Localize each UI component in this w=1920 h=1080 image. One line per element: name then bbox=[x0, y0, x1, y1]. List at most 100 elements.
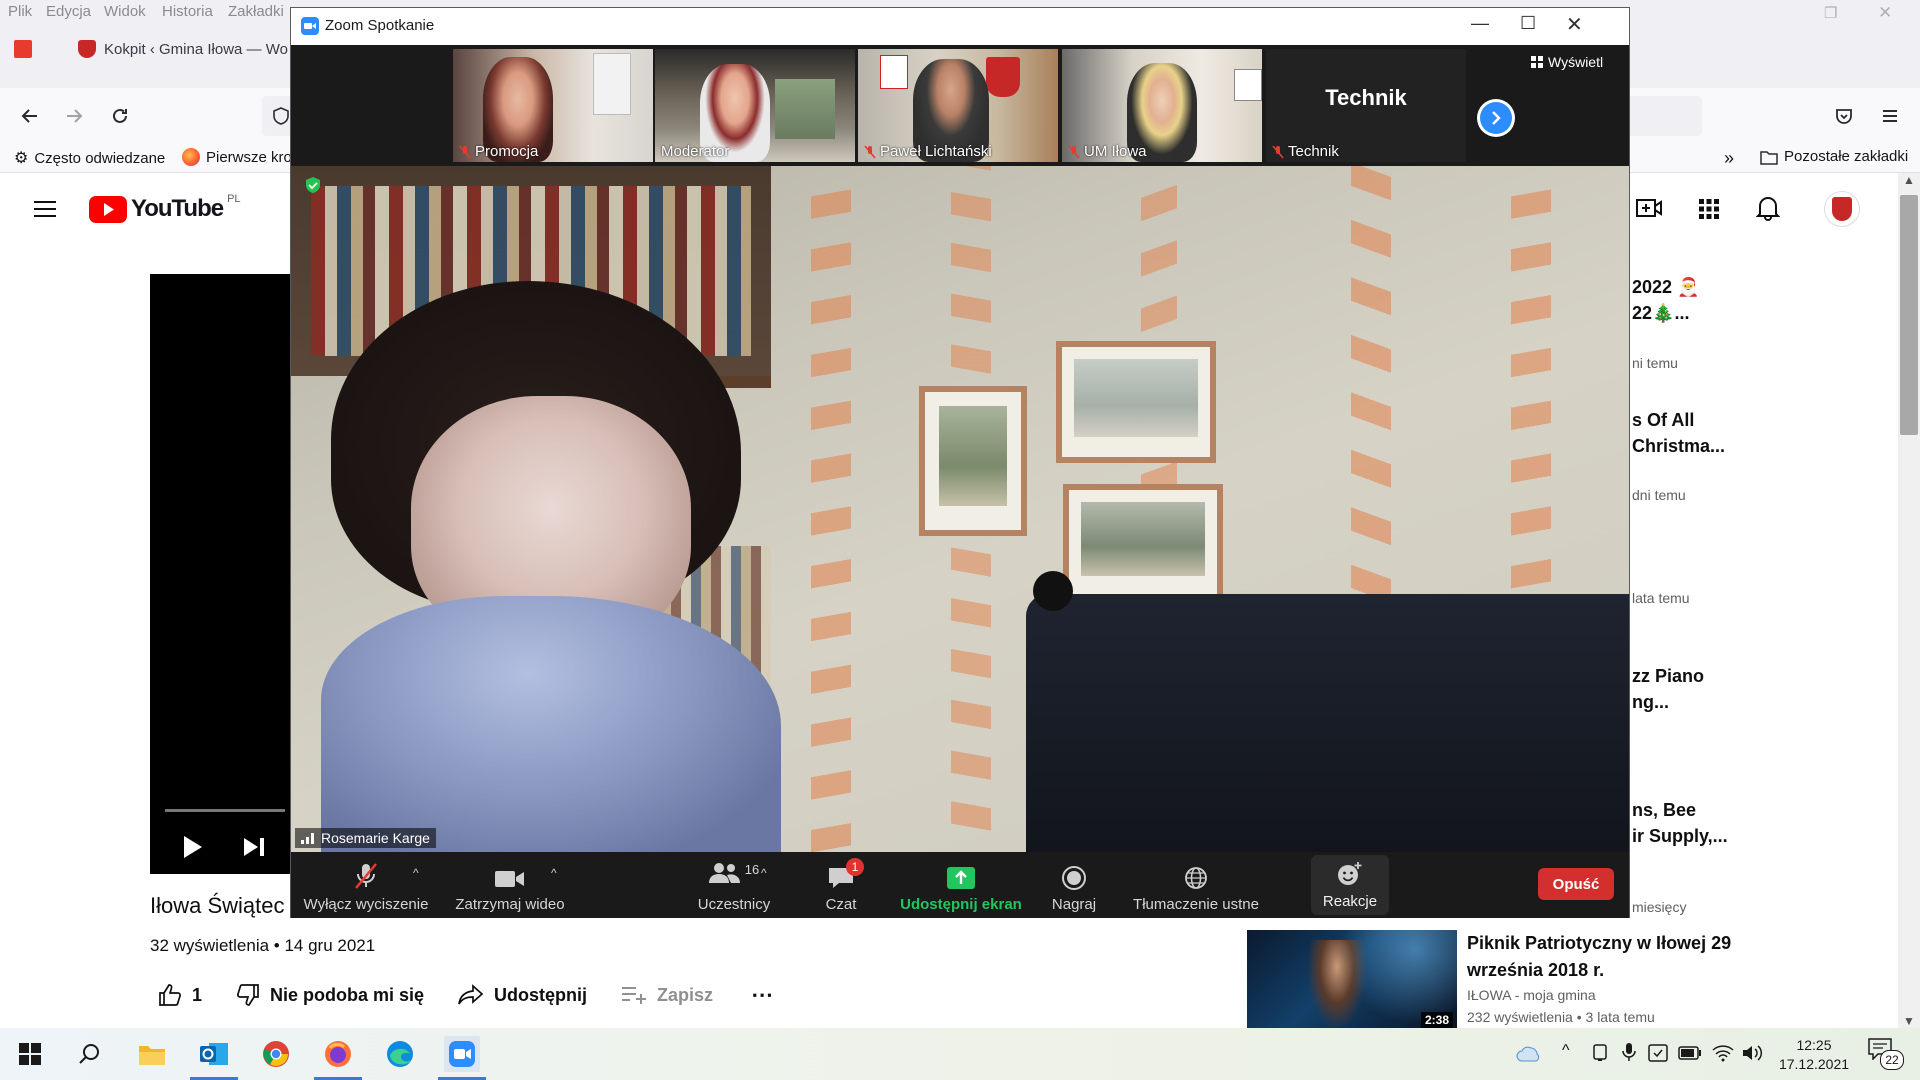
dislike-button[interactable]: Nie podoba mi się bbox=[236, 984, 424, 1006]
windows-taskbar: ^ 12:25 17.12.2021 22 bbox=[0, 1028, 1920, 1080]
menu-file[interactable]: Plik bbox=[8, 3, 32, 20]
tab-kokpit[interactable]: Kokpit ‹ Gmina Iłowa — Wo bbox=[78, 26, 288, 72]
bookmark-often-visited[interactable]: ⚙ Często odwiedzane bbox=[14, 148, 165, 168]
scroll-down-icon[interactable]: ▼ bbox=[1903, 1014, 1915, 1028]
wifi-icon[interactable] bbox=[1712, 1044, 1734, 1062]
sidebar-item-title[interactable]: 2022 🎅 bbox=[1632, 274, 1699, 300]
main-speaker-video[interactable]: Rosemarie Karge bbox=[291, 166, 1629, 852]
upload-date: • 14 gru 2021 bbox=[269, 936, 376, 955]
sidebar-item-title[interactable]: zz Piano bbox=[1632, 663, 1704, 689]
back-button[interactable] bbox=[14, 100, 46, 132]
sidebar-item-title[interactable]: ns, Bee bbox=[1632, 797, 1696, 823]
menu-edit[interactable]: Edycja bbox=[46, 3, 91, 20]
sidebar-item-title[interactable]: 22🎄... bbox=[1632, 300, 1689, 326]
chevron-up-icon[interactable]: ^ bbox=[551, 866, 557, 880]
chat-unread-badge: 1 bbox=[846, 858, 864, 876]
pinned-tab[interactable] bbox=[14, 26, 32, 72]
participant-label: Technik bbox=[1272, 143, 1339, 160]
device-icon[interactable] bbox=[1592, 1044, 1608, 1062]
hamburger-icon[interactable] bbox=[34, 200, 56, 218]
restore-icon[interactable]: ❐ bbox=[1824, 4, 1837, 22]
participants-button[interactable]: 16 Uczestnicy bbox=[679, 852, 789, 918]
recommended-title[interactable]: Piknik Patriotyczny w Iłowej 29 września… bbox=[1467, 930, 1731, 984]
clock[interactable]: 12:25 17.12.2021 bbox=[1778, 1036, 1850, 1074]
taskbar-chrome[interactable] bbox=[258, 1036, 294, 1072]
taskbar-outlook[interactable] bbox=[196, 1036, 232, 1072]
chevron-up-icon[interactable]: ^ bbox=[413, 866, 419, 880]
participant-tile-moderator[interactable]: Moderator bbox=[655, 49, 855, 162]
participant-label: Moderator bbox=[661, 143, 730, 160]
close-icon[interactable]: ✕ bbox=[1566, 12, 1583, 37]
participant-tile-promocja[interactable]: Promocja bbox=[453, 49, 653, 162]
reload-icon bbox=[113, 108, 127, 123]
start-button[interactable] bbox=[12, 1036, 48, 1072]
bell-icon[interactable] bbox=[1756, 195, 1780, 221]
recommended-meta: 232 wyświetlenia • 3 lata temu bbox=[1467, 1009, 1655, 1025]
chat-button[interactable]: Czat 1 bbox=[806, 852, 876, 918]
view-button[interactable]: Wyświetl bbox=[1531, 54, 1603, 70]
app-menu-button[interactable] bbox=[1874, 100, 1906, 132]
video-player[interactable] bbox=[150, 274, 290, 874]
participant-tile-technik[interactable]: Technik Technik bbox=[1266, 49, 1466, 162]
encryption-shield-icon[interactable] bbox=[305, 176, 321, 194]
stop-video-button[interactable]: Zatrzymaj wideo bbox=[445, 852, 575, 918]
save-button[interactable]: Zapisz bbox=[621, 985, 713, 1006]
next-icon[interactable] bbox=[242, 836, 266, 858]
minimize-icon[interactable]: — bbox=[1471, 13, 1489, 34]
video-progress-bar[interactable] bbox=[165, 809, 285, 812]
close-icon[interactable]: ✕ bbox=[1878, 3, 1892, 23]
play-icon[interactable] bbox=[182, 834, 204, 860]
scroll-up-icon[interactable]: ▲ bbox=[1903, 173, 1915, 187]
record-button[interactable]: Nagraj bbox=[1039, 852, 1109, 918]
reactions-button[interactable]: Reakcje bbox=[1311, 855, 1389, 915]
sidebar-item-title[interactable]: s Of All bbox=[1632, 407, 1694, 433]
avatar[interactable] bbox=[1824, 191, 1860, 227]
chair bbox=[1026, 594, 1629, 852]
menu-bookmarks[interactable]: Zakładki bbox=[228, 3, 284, 20]
reload-button[interactable] bbox=[104, 100, 136, 132]
bookmark-label: Pozostałe zakładki bbox=[1784, 148, 1909, 165]
participant-tile-um-ilowa[interactable]: UM Iłowa bbox=[1062, 49, 1262, 162]
maximize-icon[interactable]: ☐ bbox=[1520, 13, 1536, 34]
recommended-channel[interactable]: IŁOWA - moja gmina bbox=[1467, 987, 1596, 1003]
notification-center-button[interactable]: 22 bbox=[1868, 1038, 1904, 1070]
like-button[interactable]: 1 bbox=[158, 984, 202, 1006]
taskbar-file-explorer[interactable] bbox=[134, 1036, 170, 1072]
share-button[interactable]: Udostępnij bbox=[458, 984, 587, 1006]
pocket-button[interactable] bbox=[1828, 100, 1860, 132]
sidebar-item-title[interactable]: Christma... bbox=[1632, 433, 1725, 459]
thumb-up-icon bbox=[159, 984, 181, 1006]
sidebar-item-title[interactable]: ng... bbox=[1632, 689, 1669, 715]
onedrive-icon[interactable] bbox=[1516, 1046, 1540, 1062]
recommended-thumbnail[interactable]: 2:38 bbox=[1247, 930, 1457, 1028]
bookmarks-overflow[interactable]: » bbox=[1724, 148, 1734, 169]
taskbar-firefox[interactable] bbox=[320, 1036, 356, 1072]
participant-tile-pawel[interactable]: Paweł Lichtański bbox=[858, 49, 1058, 162]
create-video-icon[interactable] bbox=[1636, 197, 1662, 219]
bookmark-other[interactable]: Pozostałe zakładki bbox=[1760, 148, 1908, 165]
menu-history[interactable]: Historia bbox=[162, 3, 213, 20]
chevron-up-icon[interactable]: ^ bbox=[1562, 1042, 1570, 1060]
youtube-logo[interactable]: YouTube PL bbox=[89, 193, 241, 223]
share-screen-button[interactable]: Udostępnij ekran bbox=[891, 852, 1031, 918]
taskbar-zoom[interactable] bbox=[444, 1036, 480, 1072]
search-button[interactable] bbox=[72, 1036, 108, 1072]
volume-icon[interactable] bbox=[1742, 1044, 1764, 1062]
scrollbar-thumb[interactable] bbox=[1900, 195, 1918, 435]
apps-grid-icon[interactable] bbox=[1698, 198, 1720, 220]
security-icon[interactable] bbox=[1648, 1044, 1668, 1062]
unmute-button[interactable]: Wyłącz wyciszenie bbox=[301, 852, 431, 918]
battery-icon[interactable] bbox=[1678, 1046, 1702, 1060]
chevron-up-icon[interactable]: ^ bbox=[761, 866, 767, 880]
forward-button[interactable] bbox=[58, 100, 90, 132]
chrome-icon bbox=[263, 1041, 289, 1067]
bookmark-first-steps[interactable]: Pierwsze kro bbox=[182, 148, 292, 166]
interpretation-button[interactable]: Tłumaczenie ustne bbox=[1111, 852, 1281, 918]
microphone-icon[interactable] bbox=[1622, 1042, 1636, 1062]
leave-button[interactable]: Opuść bbox=[1538, 868, 1614, 900]
next-page-button[interactable] bbox=[1477, 99, 1515, 137]
menu-view[interactable]: Widok bbox=[104, 3, 146, 20]
taskbar-edge[interactable] bbox=[382, 1036, 418, 1072]
more-icon[interactable]: ⋯ bbox=[751, 982, 775, 1008]
sidebar-item-title[interactable]: ir Supply,... bbox=[1632, 823, 1728, 849]
